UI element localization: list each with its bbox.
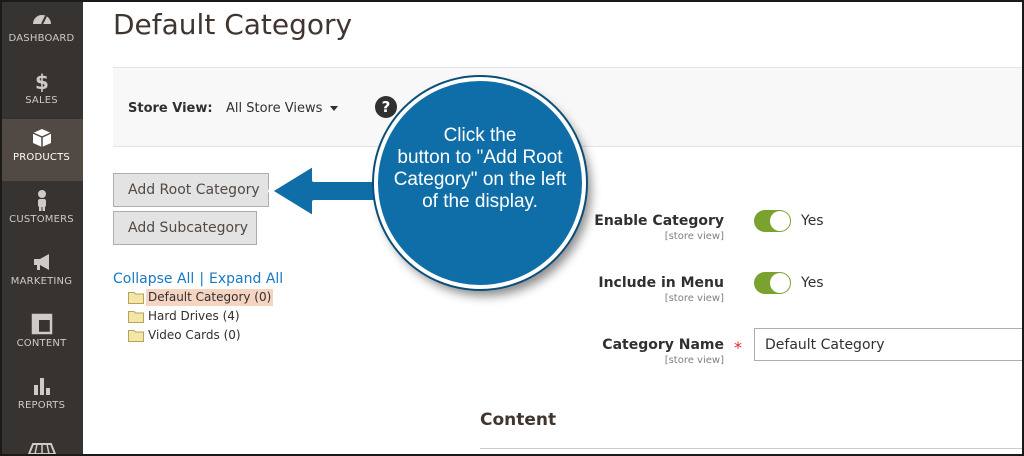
add-subcategory-button[interactable]: Add Subcategory [113, 211, 257, 245]
dashboard-icon [32, 15, 51, 25]
nav-products[interactable]: PRODUCTS [0, 119, 83, 181]
add-root-category-button[interactable]: Add Root Category [113, 173, 269, 207]
dollar-icon: $ [35, 70, 49, 92]
help-icon[interactable]: ? [375, 96, 397, 118]
chevron-down-icon [330, 106, 339, 111]
nav-customers[interactable]: CUSTOMERS [0, 181, 83, 243]
nav-reports-label: REPORTS [17, 400, 66, 411]
callout-line: Category" on the left [393, 169, 567, 190]
include-in-menu-label: Include in Menu [598, 275, 724, 291]
store-view-value: All Store Views [226, 101, 323, 116]
nav-content[interactable]: CONTENT [0, 305, 83, 367]
layout-icon [31, 313, 52, 335]
nav-products-label: PRODUCTS [13, 152, 70, 163]
nav-content-label: CONTENT [16, 338, 67, 349]
collapse-all-link[interactable]: Collapse All [113, 271, 194, 287]
nav-reports[interactable]: REPORTS [0, 367, 83, 429]
nav-dashboard[interactable]: DASHBOARD [0, 0, 83, 62]
callout-text: Click the button to "Add Root Category" … [380, 125, 580, 213]
toggle-knob [770, 273, 790, 293]
include-in-menu-toggle[interactable] [754, 272, 791, 294]
section-divider [480, 448, 1024, 449]
nav-marketing[interactable]: MARKETING [0, 243, 83, 305]
page-title: Default Category [113, 8, 353, 41]
content-section-heading[interactable]: Content [480, 410, 556, 430]
expand-all-link[interactable]: Expand All [209, 271, 283, 287]
required-marker: * [734, 338, 742, 357]
nav-stores[interactable] [0, 436, 83, 456]
enable-category-value: Yes [801, 213, 824, 229]
nav-sales-label: SALES [25, 95, 58, 106]
folder-icon [128, 292, 144, 304]
store-icon [27, 443, 56, 455]
tree-node-label: Default Category (0) [146, 289, 274, 306]
folder-icon [128, 330, 144, 342]
callout-line: Click the [443, 125, 517, 146]
nav-dashboard-label: DASHBOARD [8, 33, 75, 44]
include-in-menu-scope: [store view] [664, 293, 724, 304]
person-icon [37, 190, 46, 211]
folder-icon [128, 311, 144, 323]
enable-category-toggle[interactable] [754, 210, 791, 232]
megaphone-icon [33, 254, 49, 270]
tree-controls: Collapse All | Expand All [113, 271, 283, 287]
nav-sales[interactable]: $ SALES [0, 62, 83, 124]
svg-text:$: $ [35, 70, 49, 92]
tree-node-label: Hard Drives (4) [148, 309, 240, 323]
category-name-input[interactable] [754, 328, 1024, 361]
callout-line: button to "Add Root [397, 147, 563, 168]
nav-marketing-label: MARKETING [10, 276, 73, 287]
callout-line: of the display. [422, 191, 538, 212]
store-view-label: Store View: [128, 101, 213, 116]
include-in-menu-value: Yes [801, 275, 824, 291]
store-view-dropdown[interactable]: All Store Views [226, 101, 339, 116]
box-icon [32, 129, 51, 147]
category-name-scope: [store view] [664, 355, 724, 366]
tree-link-separator: | [199, 271, 205, 287]
tree-node-label: Video Cards (0) [148, 328, 241, 342]
callout-arrow [268, 162, 386, 220]
nav-customers-label: CUSTOMERS [9, 214, 74, 225]
category-name-label: Category Name [602, 337, 724, 353]
toggle-knob [770, 211, 790, 231]
admin-sidebar: DASHBOARD $ SALES PRODUCTS CUSTOMERS MAR… [0, 0, 83, 456]
bar-chart-icon [33, 378, 50, 395]
